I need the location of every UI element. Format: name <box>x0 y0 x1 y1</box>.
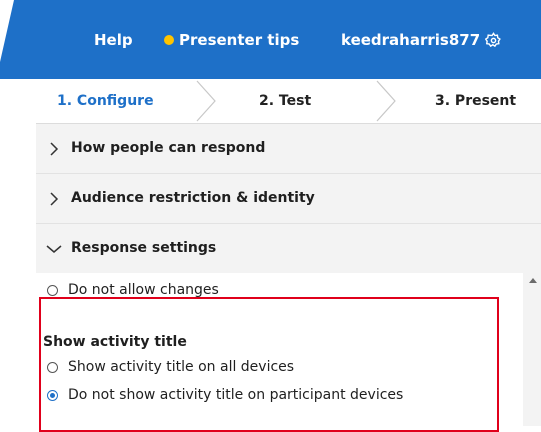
user-settings-button[interactable]: keedraharris877 <box>341 31 502 49</box>
scrollbar[interactable] <box>523 273 541 426</box>
chevron-right-icon <box>50 192 59 206</box>
step-separator-icon <box>196 80 216 122</box>
presenter-tips-label: Presenter tips <box>179 31 300 49</box>
help-link[interactable]: Help <box>94 31 133 49</box>
radio-label: Show activity title on all devices <box>68 359 295 375</box>
radio-button-selected[interactable] <box>47 389 58 401</box>
accordion-label: Response settings <box>71 240 217 256</box>
radio-label: Do not show activity title on participan… <box>68 387 404 403</box>
scroll-up-arrow-icon[interactable] <box>529 278 537 283</box>
chevron-down-icon <box>46 245 62 253</box>
radio-label: Do not allow changes <box>68 282 219 298</box>
radio-button[interactable] <box>47 361 58 373</box>
radio-hide-title-participants[interactable]: Do not show activity title on participan… <box>47 387 403 403</box>
accordion-response-settings[interactable]: Response settings <box>36 224 541 274</box>
username-label: keedraharris877 <box>341 31 481 49</box>
step-present[interactable]: 3. Present <box>435 79 516 123</box>
accordion-label: Audience restriction & identity <box>71 190 315 206</box>
step-separator-icon <box>376 80 396 122</box>
step-test[interactable]: 2. Test <box>259 79 311 123</box>
accordion-how-people-respond[interactable]: How people can respond <box>36 124 541 174</box>
gear-icon <box>485 31 502 47</box>
step-configure[interactable]: 1. Configure <box>57 79 154 123</box>
show-activity-title-heading: Show activity title <box>43 334 187 350</box>
settings-accordion: How people can respond Audience restrict… <box>36 124 541 274</box>
radio-show-title-all-devices[interactable]: Show activity title on all devices <box>47 359 294 375</box>
presenter-tips-link[interactable]: Presenter tips <box>164 31 299 49</box>
radio-button[interactable] <box>47 284 58 296</box>
accordion-audience-restriction[interactable]: Audience restriction & identity <box>36 174 541 224</box>
top-bar: Help Presenter tips keedraharris877 <box>0 0 541 79</box>
stepper: 1. Configure 2. Test 3. Present <box>36 79 541 124</box>
accordion-label: How people can respond <box>71 140 266 156</box>
yellow-dot-icon <box>164 35 174 45</box>
radio-do-not-allow-changes[interactable]: Do not allow changes <box>47 282 219 298</box>
chevron-right-icon <box>50 142 59 156</box>
